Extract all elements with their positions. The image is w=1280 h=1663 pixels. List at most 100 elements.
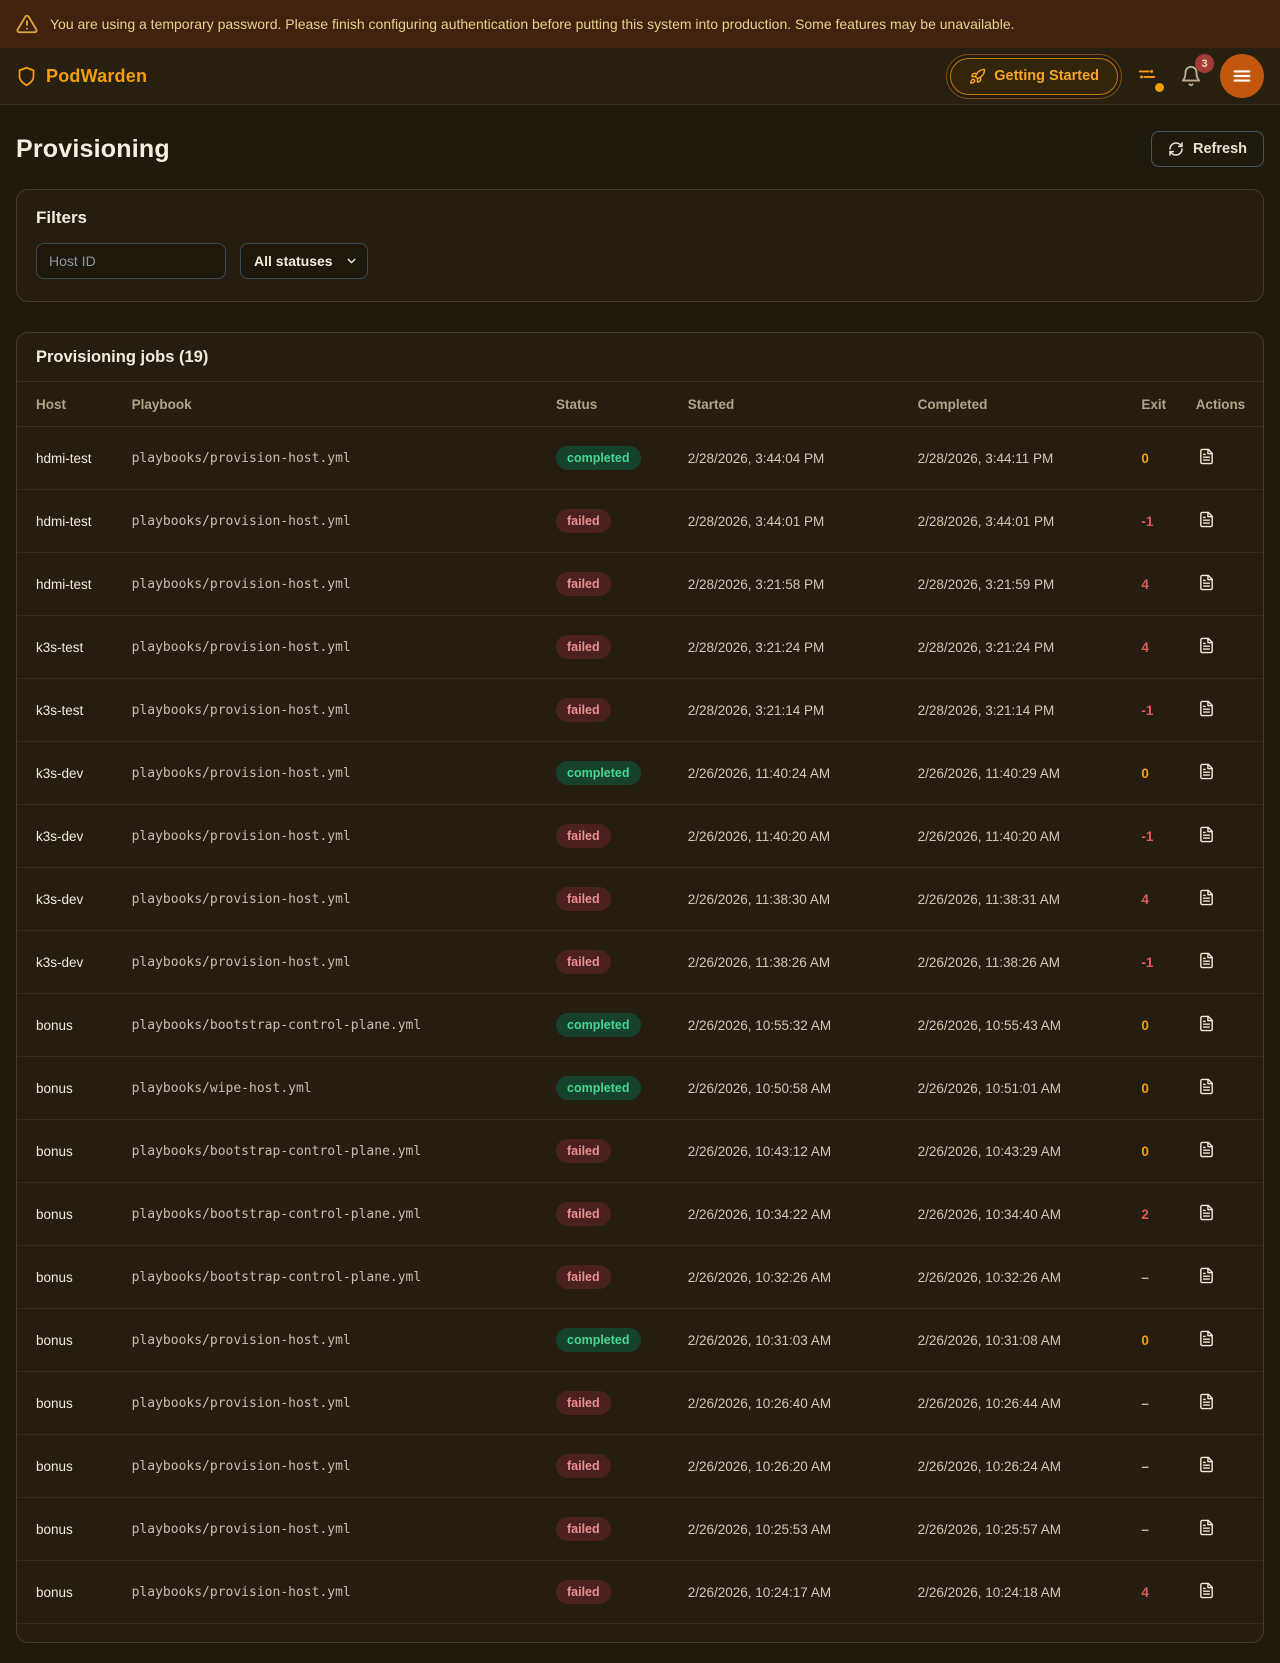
completed-cell: 2/26/2026, 10:26:44 AM <box>910 1372 1134 1435</box>
playbook-cell: playbooks/wipe-host.yml <box>124 1057 548 1120</box>
view-log-button[interactable] <box>1196 1328 1217 1349</box>
completed-cell: 2/26/2026, 10:55:43 AM <box>910 994 1134 1057</box>
started-cell: 2/26/2026, 10:31:03 AM <box>680 1309 910 1372</box>
refresh-button[interactable]: Refresh <box>1151 131 1264 167</box>
playbook-cell: playbooks/provision-host.yml <box>124 490 548 553</box>
table-row: bonus playbooks/provision-host.yml faile… <box>17 1435 1263 1498</box>
file-text-icon <box>1198 574 1215 591</box>
playbook-cell: playbooks/provision-host.yml <box>124 1372 548 1435</box>
host-cell: k3s-dev <box>17 742 124 805</box>
view-log-button[interactable] <box>1196 1013 1217 1034</box>
notifications-button[interactable]: 3 <box>1176 61 1206 91</box>
playbook-cell: playbooks/provision-host.yml <box>124 1561 548 1624</box>
started-cell: 2/26/2026, 10:24:17 AM <box>680 1561 910 1624</box>
started-cell: 2/26/2026, 10:50:58 AM <box>680 1057 910 1120</box>
started-cell: 2/26/2026, 11:38:30 AM <box>680 868 910 931</box>
playbook-cell: playbooks/bootstrap-control-plane.yml <box>124 1120 548 1183</box>
filters-title: Filters <box>36 208 1244 228</box>
table-row: bonus playbooks/provision-host.yml compl… <box>17 1309 1263 1372</box>
page-title: Provisioning <box>16 135 170 164</box>
view-log-button[interactable] <box>1196 1076 1217 1097</box>
view-log-button[interactable] <box>1196 761 1217 782</box>
col-header-started: Started <box>680 382 910 427</box>
playbook-cell: playbooks/provision-host.yml <box>124 868 548 931</box>
started-cell: 2/26/2026, 11:40:24 AM <box>680 742 910 805</box>
playbook-cell: playbooks/provision-host.yml <box>124 553 548 616</box>
app-header: PodWarden Getting Started <box>0 48 1280 105</box>
file-text-icon <box>1198 511 1215 528</box>
view-log-button[interactable] <box>1196 1202 1217 1223</box>
host-cell: k3s-dev <box>17 931 124 994</box>
view-log-button[interactable] <box>1196 887 1217 908</box>
completed-cell: 2/26/2026, 10:43:29 AM <box>910 1120 1134 1183</box>
view-log-button[interactable] <box>1196 1580 1217 1601</box>
view-log-button[interactable] <box>1196 1391 1217 1412</box>
table-row: bonus playbooks/bootstrap-control-plane.… <box>17 1183 1263 1246</box>
jobs-card-title: Provisioning jobs (19) <box>17 333 1263 382</box>
started-cell: 2/26/2026, 10:25:53 AM <box>680 1498 910 1561</box>
view-log-button[interactable] <box>1196 824 1217 845</box>
exit-code: -1 <box>1133 805 1187 868</box>
completed-cell: 2/26/2026, 10:26:24 AM <box>910 1435 1134 1498</box>
status-badge: failed <box>556 698 611 722</box>
completed-cell: 2/26/2026, 10:32:26 AM <box>910 1246 1134 1309</box>
started-cell: 2/26/2026, 10:26:20 AM <box>680 1435 910 1498</box>
started-cell: 2/26/2026, 10:34:22 AM <box>680 1183 910 1246</box>
started-cell: 2/26/2026, 10:32:26 AM <box>680 1246 910 1309</box>
completed-cell: 2/26/2026, 11:38:31 AM <box>910 868 1134 931</box>
view-log-button[interactable] <box>1196 446 1217 467</box>
refresh-label: Refresh <box>1193 141 1247 157</box>
view-log-button[interactable] <box>1196 572 1217 593</box>
status-badge: failed <box>556 1391 611 1415</box>
host-cell: hdmi-test <box>17 427 124 490</box>
file-text-icon <box>1198 637 1215 654</box>
view-log-button[interactable] <box>1196 950 1217 971</box>
status-badge: failed <box>556 824 611 848</box>
view-log-button[interactable] <box>1196 635 1217 656</box>
view-log-button[interactable] <box>1196 1265 1217 1286</box>
brand[interactable]: PodWarden <box>16 66 147 87</box>
status-badge: failed <box>556 1202 611 1226</box>
view-log-button[interactable] <box>1196 1517 1217 1538</box>
view-log-button[interactable] <box>1196 509 1217 530</box>
table-row: bonus playbooks/wipe-host.yml completed … <box>17 1057 1263 1120</box>
host-cell: bonus <box>17 1120 124 1183</box>
table-row: bonus playbooks/provision-host.yml faile… <box>17 1561 1263 1624</box>
getting-started-button[interactable]: Getting Started <box>950 58 1118 95</box>
status-badge: failed <box>556 1580 611 1604</box>
file-text-icon <box>1198 448 1215 465</box>
file-text-icon <box>1198 763 1215 780</box>
view-log-button[interactable] <box>1196 1454 1217 1475</box>
host-cell: bonus <box>17 1561 124 1624</box>
table-row: k3s-dev playbooks/provision-host.yml fai… <box>17 868 1263 931</box>
host-cell: hdmi-test <box>17 490 124 553</box>
col-header-exit: Exit <box>1133 382 1187 427</box>
host-id-input[interactable] <box>36 243 226 279</box>
hamburger-menu-icon <box>1231 65 1253 87</box>
playbook-cell: playbooks/provision-host.yml <box>124 742 548 805</box>
file-text-icon <box>1198 1267 1215 1284</box>
table-row: k3s-test playbooks/provision-host.yml fa… <box>17 616 1263 679</box>
status-badge: failed <box>556 950 611 974</box>
view-log-button[interactable] <box>1196 1139 1217 1160</box>
view-log-button[interactable] <box>1196 698 1217 719</box>
exit-code: 0 <box>1133 742 1187 805</box>
table-header-row: Host Playbook Status Started Completed E… <box>17 382 1263 427</box>
file-text-icon <box>1198 1078 1215 1095</box>
menu-button[interactable] <box>1220 54 1264 98</box>
exit-code: -1 <box>1133 931 1187 994</box>
status-badge: failed <box>556 887 611 911</box>
temporary-password-banner: You are using a temporary password. Plea… <box>0 0 1280 48</box>
exit-code: 4 <box>1133 1561 1187 1624</box>
host-cell: bonus <box>17 1183 124 1246</box>
status-filter-select[interactable]: All statuses <box>240 243 368 279</box>
shield-icon <box>16 66 37 87</box>
col-header-actions: Actions <box>1188 382 1263 427</box>
status-badge: failed <box>556 1517 611 1541</box>
completed-cell: 2/26/2026, 11:40:20 AM <box>910 805 1134 868</box>
playbook-cell: playbooks/bootstrap-control-plane.yml <box>124 1183 548 1246</box>
file-text-icon <box>1198 889 1215 906</box>
sliders-button[interactable] <box>1132 61 1162 91</box>
table-row: bonus playbooks/bootstrap-control-plane.… <box>17 1120 1263 1183</box>
status-badge: failed <box>556 1139 611 1163</box>
